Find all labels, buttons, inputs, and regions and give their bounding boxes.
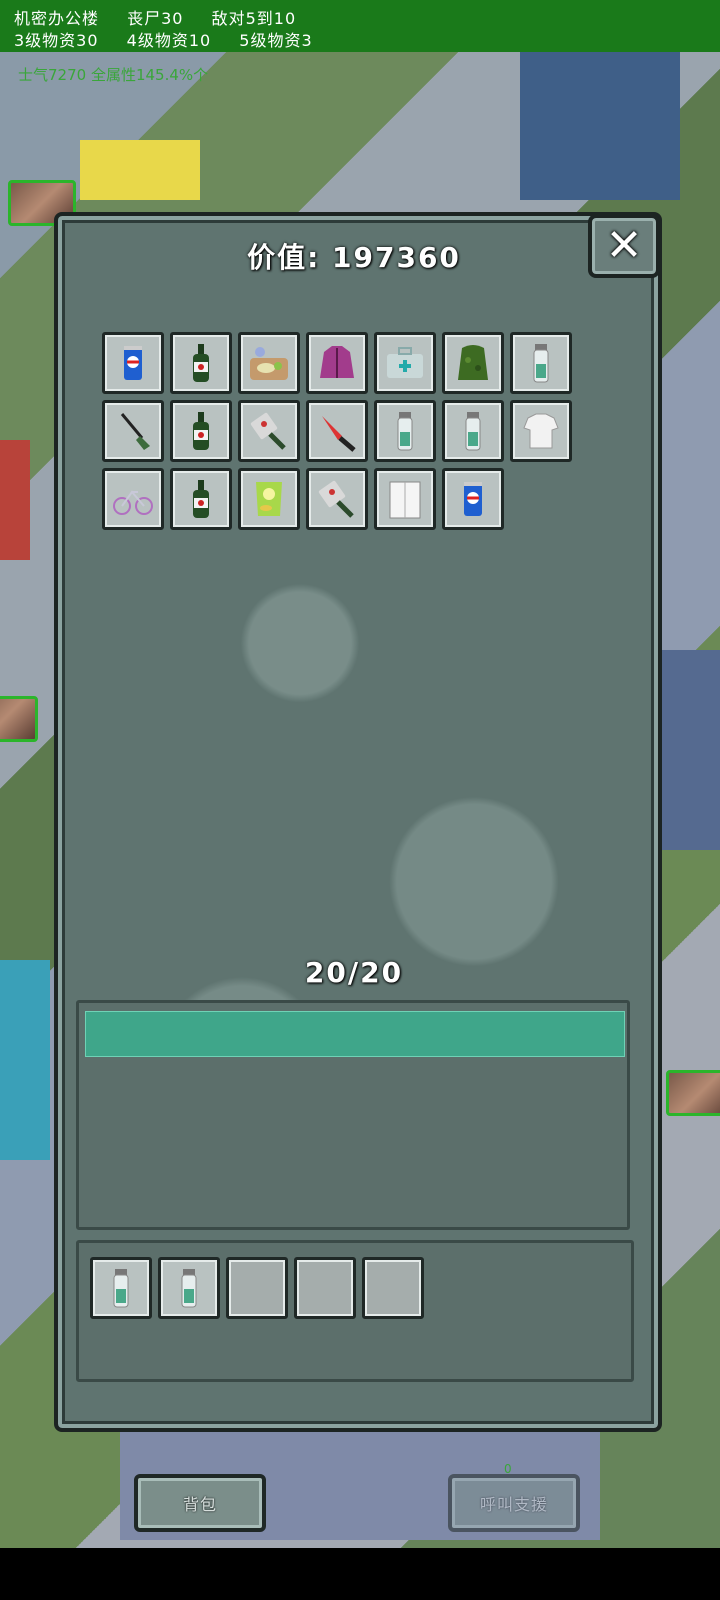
morale-stat: 士气7270 全属性145.4%个: [18, 66, 209, 84]
purple-jacket-icon: [320, 346, 354, 378]
medkit-icon: [387, 347, 423, 378]
tier4-supplies: 4级物资10: [126, 31, 212, 50]
item-slot[interactable]: [102, 468, 164, 530]
item-slot[interactable]: [442, 468, 504, 530]
cleaver-icon: [250, 412, 286, 450]
item-slot[interactable]: [102, 332, 164, 394]
white-shirt-icon: [523, 413, 559, 449]
carry-slots: [90, 1257, 424, 1319]
item-slot[interactable]: [102, 400, 164, 462]
vial-icon: [113, 1269, 129, 1308]
item-slot[interactable]: [158, 1257, 220, 1319]
location-name: 机密办公楼: [14, 9, 100, 28]
vial-icon: [533, 344, 549, 383]
capacity-progress-fill: [85, 1011, 625, 1057]
item-slot[interactable]: [306, 468, 368, 530]
chips-bag-icon: [256, 482, 282, 516]
item-slot[interactable]: [374, 332, 436, 394]
empty-slot[interactable]: [362, 1257, 424, 1319]
tier5-supplies: 5级物资3: [239, 31, 313, 50]
food-tray-icon: [250, 347, 288, 380]
ghillie-suit-icon: [458, 345, 488, 380]
empty-slot[interactable]: [226, 1257, 288, 1319]
item-slot[interactable]: [170, 332, 232, 394]
item-slot[interactable]: [510, 400, 572, 462]
support-counter: 0: [504, 1462, 512, 1476]
soda-can-icon: [464, 482, 482, 516]
unit-marker-icon[interactable]: [0, 696, 38, 742]
item-slot[interactable]: [238, 332, 300, 394]
backpack-button[interactable]: 背包: [134, 1474, 266, 1532]
loot-value: 价值: 197360: [247, 241, 461, 274]
unit-marker-icon[interactable]: [666, 1070, 720, 1116]
call-support-button[interactable]: 呼叫支援: [448, 1474, 580, 1532]
soda-can-icon: [124, 346, 142, 380]
capacity-text: 20/20: [304, 956, 404, 989]
vial-icon: [465, 412, 481, 451]
item-slot[interactable]: [374, 400, 436, 462]
item-slot[interactable]: [306, 332, 368, 394]
item-slot[interactable]: [510, 332, 572, 394]
loot-grid: [102, 332, 572, 530]
item-slot[interactable]: [238, 400, 300, 462]
mission-info-bar: 机密办公楼 丧尸30 敌对5到10 3级物资30 4级物资10 5级物资3: [0, 0, 720, 52]
item-slot[interactable]: [306, 400, 368, 462]
beer-bottle-icon: [193, 412, 209, 450]
item-slot[interactable]: [170, 468, 232, 530]
item-slot[interactable]: [374, 468, 436, 530]
item-slot[interactable]: [442, 400, 504, 462]
item-slot[interactable]: [90, 1257, 152, 1319]
vial-icon: [181, 1269, 197, 1308]
tier3-supplies: 3级物资30: [14, 31, 99, 50]
cleaver-icon: [318, 480, 354, 518]
vial-icon: [397, 412, 413, 451]
zombie-count: 丧尸30: [127, 9, 184, 28]
beer-bottle-icon: [193, 480, 209, 518]
beer-bottle-icon: [193, 344, 209, 382]
knife-icon: [322, 416, 356, 452]
capacity-progress: [76, 1000, 630, 1230]
enemy-count: 敌对5到10: [211, 9, 297, 28]
item-slot[interactable]: [442, 332, 504, 394]
item-slot[interactable]: [170, 400, 232, 462]
shovel-icon: [120, 413, 150, 450]
system-nav-bar: [0, 1548, 720, 1600]
bicycle-icon: [113, 490, 153, 515]
empty-slot[interactable]: [294, 1257, 356, 1319]
book-icon: [389, 481, 421, 519]
item-slot[interactable]: [238, 468, 300, 530]
